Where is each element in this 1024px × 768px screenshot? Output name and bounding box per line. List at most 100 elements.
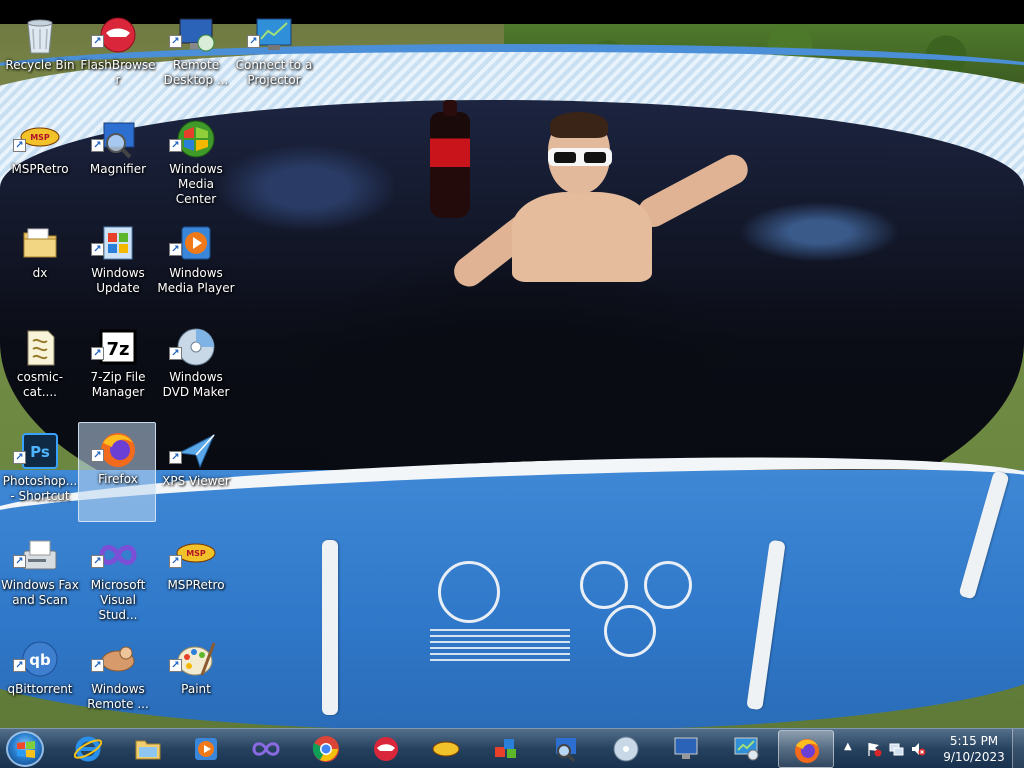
firefox-icon xyxy=(101,433,135,467)
dvd-maker-icon xyxy=(613,736,639,762)
flashbrowser-icon xyxy=(100,17,136,53)
shortcut-arrow-icon: ↗ xyxy=(13,451,26,464)
magnifier-icon xyxy=(556,738,576,763)
desktop-icon-windows-update[interactable]: ↗ Windows Update xyxy=(78,216,156,316)
desktop-icon-media-center[interactable]: ↗ Windows Media Center xyxy=(156,112,234,212)
action-center-flag-icon[interactable] xyxy=(866,741,882,757)
desktop-icon-dx[interactable]: dx xyxy=(0,216,78,316)
taskbar-remote-desktop[interactable] xyxy=(658,730,714,768)
desktop-icon-mspretro[interactable]: MSP ↗ MSPRetro xyxy=(0,112,78,212)
desktop-icon-recycle-bin[interactable]: Recycle Bin xyxy=(0,8,78,108)
taskbar-flashbrowser[interactable] xyxy=(358,730,414,768)
desktop-icon-photoshop[interactable]: Ps ↗ Photoshop... - Shortcut xyxy=(0,424,78,524)
sunglasses xyxy=(548,148,612,166)
desktop-icon-visual-studio[interactable]: ↗ Microsoft Visual Stud... xyxy=(78,528,156,628)
shortcut-arrow-icon: ↗ xyxy=(13,139,26,152)
icon-label: Windows Fax and Scan xyxy=(1,578,79,607)
remote-assistance-icon xyxy=(101,646,135,672)
taskbar-projector[interactable] xyxy=(718,730,774,768)
taskbar-magnifier[interactable] xyxy=(538,730,594,768)
icon-label: qBittorrent xyxy=(7,682,73,696)
desktop-icon-mspretro-2[interactable]: MSP ↗ MSPRetro xyxy=(156,528,234,628)
start-button[interactable] xyxy=(6,731,44,767)
desktop-icon-fax-scan[interactable]: ↗ Windows Fax and Scan xyxy=(0,528,79,628)
media-center-icon xyxy=(177,120,215,158)
taskbar-3d-shapes[interactable] xyxy=(478,730,534,768)
taskbar: ▲ 5:15 PM 9/10/2023 xyxy=(0,728,1024,768)
show-desktop-button[interactable] xyxy=(1012,729,1024,768)
svg-text:MSP: MSP xyxy=(30,133,50,142)
network-icon[interactable] xyxy=(888,741,904,757)
paint-icon xyxy=(177,642,216,676)
taskbar-firefox[interactable] xyxy=(778,730,834,768)
desktop-icon-magnifier[interactable]: ↗ Magnifier xyxy=(78,112,156,212)
shortcut-arrow-icon: ↗ xyxy=(169,659,182,672)
shortcut-arrow-icon: ↗ xyxy=(91,347,104,360)
shortcut-arrow-icon: ↗ xyxy=(91,659,104,672)
system-tray: ▲ 5:15 PM 9/10/2023 xyxy=(838,729,1024,768)
projector-icon xyxy=(256,18,292,50)
svg-text:MSP: MSP xyxy=(186,549,206,558)
shortcut-arrow-icon: ↗ xyxy=(169,243,182,256)
remote-desktop-icon xyxy=(179,18,215,52)
remote-desktop-icon xyxy=(674,737,698,759)
firefox-icon xyxy=(795,739,819,763)
desktop-icon-remote-desktop[interactable]: ↗ Remote Desktop ... xyxy=(156,8,234,108)
desktop-icon-paint[interactable]: ↗ Paint xyxy=(156,632,234,732)
clock[interactable]: 5:15 PM 9/10/2023 xyxy=(938,733,1010,765)
desktop-icon-dvd-maker[interactable]: ↗ Windows DVD Maker xyxy=(156,320,234,420)
icon-label: Windows Media Center xyxy=(169,162,223,206)
icon-label: dx xyxy=(32,266,48,280)
svg-text:Ps: Ps xyxy=(30,443,50,461)
windows-logo-icon xyxy=(17,741,35,758)
shortcut-arrow-icon: ↗ xyxy=(169,451,182,464)
desktop-icon-flashbrowser[interactable]: ↗ FlashBrowser xyxy=(78,8,156,108)
taskbar-chrome[interactable] xyxy=(298,730,354,768)
pool-warning-signs xyxy=(420,555,750,675)
shortcut-arrow-icon: ↗ xyxy=(169,139,182,152)
shortcut-arrow-icon: ↗ xyxy=(169,35,182,48)
taskbar-mspretro[interactable] xyxy=(418,730,474,768)
icon-label: Windows DVD Maker xyxy=(162,370,230,399)
mspretro-icon: MSP xyxy=(20,127,60,147)
chrome-icon xyxy=(312,736,339,762)
desktop-icon-xps-viewer[interactable]: ↗ XPS Viewer xyxy=(156,424,234,524)
taskbar-visual-studio[interactable] xyxy=(238,730,294,768)
desktop-icon-7zip[interactable]: 7z ↗ 7-Zip File Manager xyxy=(78,320,156,420)
icon-label: Recycle Bin xyxy=(5,58,75,72)
desktop-icon-projector[interactable]: ↗ Connect to a Projector xyxy=(234,8,312,108)
desktop-icon-qbittorrent[interactable]: qb ↗ qBittorrent xyxy=(0,632,78,732)
icon-label: MSPRetro xyxy=(167,578,225,592)
taskbar-media-player[interactable] xyxy=(178,730,234,768)
desktop-icon-media-player[interactable]: ↗ Windows Media Player xyxy=(156,216,235,316)
visual-studio-icon xyxy=(99,545,137,565)
fax-scan-icon xyxy=(23,540,57,570)
shortcut-arrow-icon: ↗ xyxy=(91,243,104,256)
photoshop-icon: Ps xyxy=(22,433,58,469)
windows-update-icon xyxy=(103,226,133,260)
projector-icon xyxy=(734,737,759,761)
svg-text:7z: 7z xyxy=(106,339,129,360)
desktop-icon-cosmic-cat[interactable]: cosmic-cat.... xyxy=(0,320,78,420)
desktop-icon-remote-assistance[interactable]: ↗ Windows Remote ... xyxy=(78,632,156,732)
mspretro-icon xyxy=(432,741,460,757)
taskbar-internet-explorer[interactable] xyxy=(60,730,116,768)
taskbar-dvd-maker[interactable] xyxy=(598,730,654,768)
icon-label: 7-Zip File Manager xyxy=(90,370,146,399)
volume-muted-icon[interactable] xyxy=(910,741,926,757)
show-hidden-icons-button[interactable]: ▲ xyxy=(844,741,852,752)
xps-viewer-icon xyxy=(177,433,216,469)
shortcut-arrow-icon: ↗ xyxy=(169,347,182,360)
desktop-icon-firefox[interactable]: ↗ Firefox xyxy=(78,422,156,522)
flashbrowser-icon xyxy=(374,737,398,761)
mspretro-icon: MSP xyxy=(176,543,216,563)
dvd-maker-icon xyxy=(177,328,215,366)
icon-label: Connect to a Projector xyxy=(235,58,313,87)
icon-label: Firefox xyxy=(98,472,138,486)
taskbar-file-explorer[interactable] xyxy=(120,730,176,768)
icon-label: cosmic-cat.... xyxy=(16,370,64,399)
shortcut-arrow-icon: ↗ xyxy=(91,35,104,48)
3d-shapes-icon xyxy=(495,739,516,758)
shortcut-arrow-icon: ↗ xyxy=(247,35,260,48)
media-player-icon xyxy=(181,226,211,260)
